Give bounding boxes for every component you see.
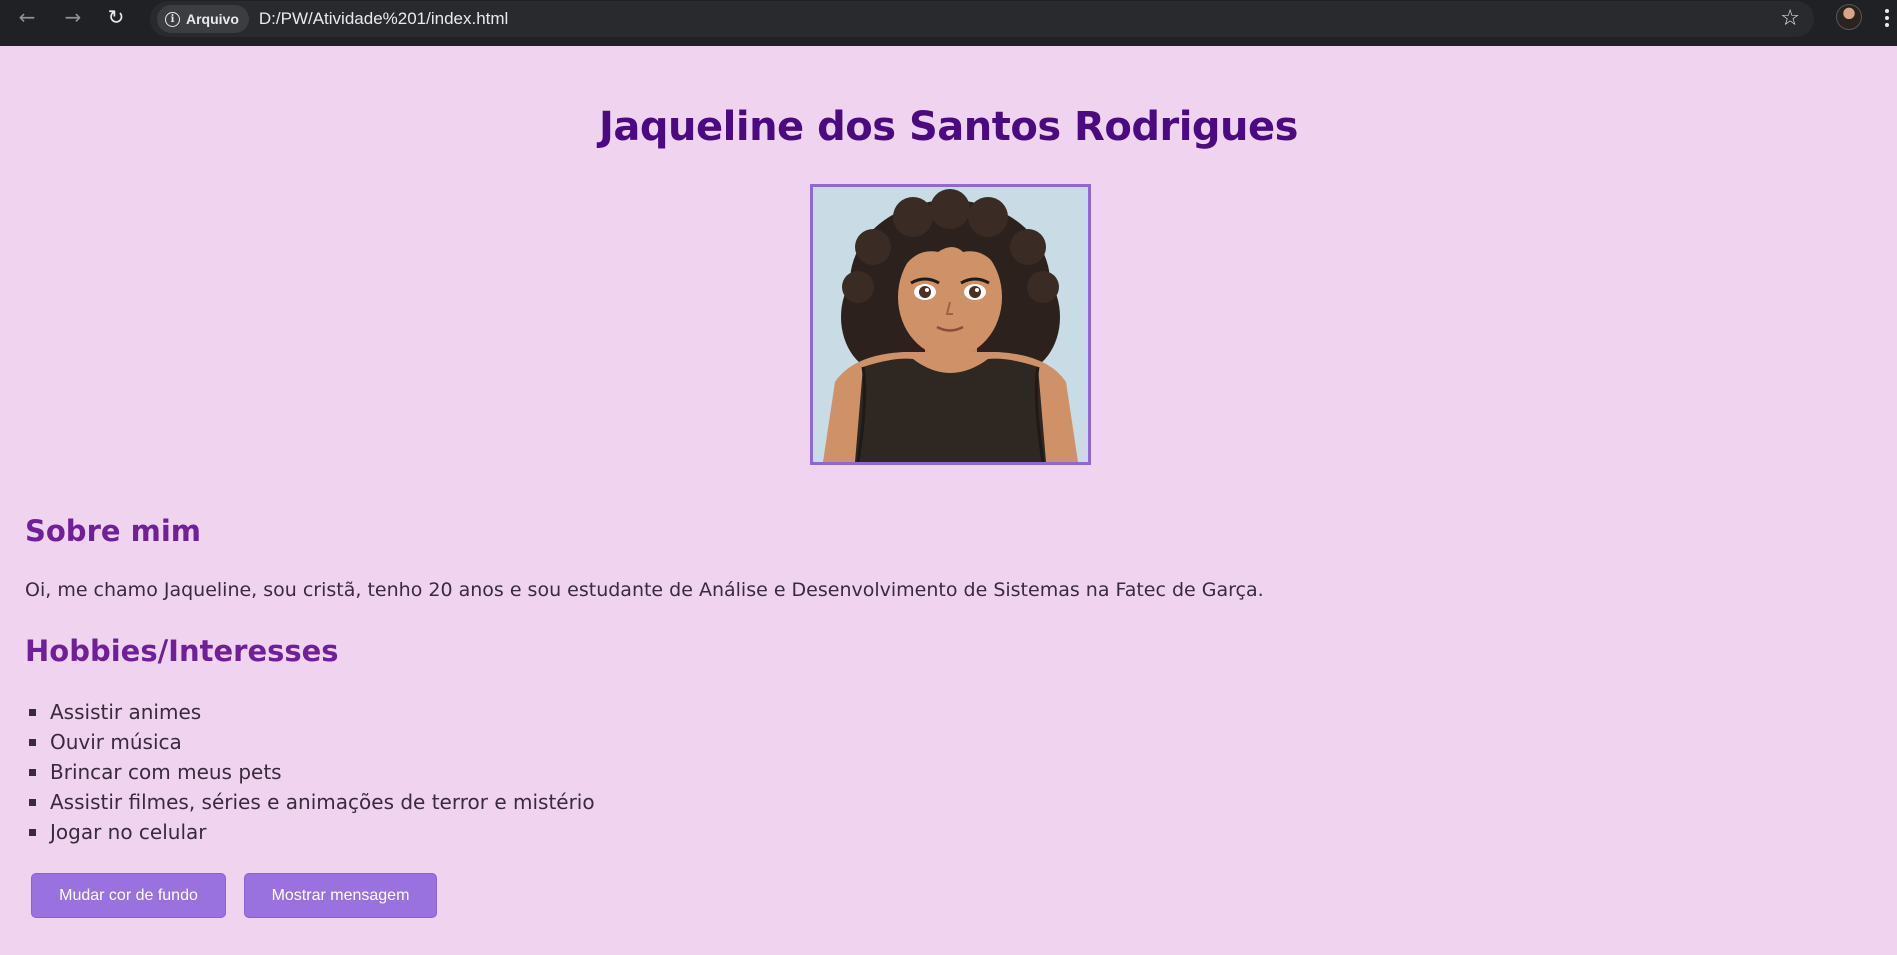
portrait-illustration: [813, 187, 1088, 462]
hobbies-list: Assistir animes Ouvir música Brincar com…: [25, 697, 595, 847]
list-item: Brincar com meus pets: [25, 757, 595, 787]
list-item: Ouvir música: [25, 727, 595, 757]
change-background-button[interactable]: Mudar cor de fundo: [31, 873, 226, 918]
reload-icon[interactable]: ↻: [103, 4, 129, 30]
url-text[interactable]: D:/PW/Atividade%201/index.html: [259, 9, 508, 29]
forward-arrow-icon[interactable]: →: [60, 4, 86, 30]
square-bullet-icon: [29, 768, 36, 776]
hobby-text: Ouvir música: [50, 730, 182, 754]
hobby-text: Assistir filmes, séries e animações de t…: [50, 790, 595, 814]
avatar[interactable]: [1836, 4, 1862, 30]
hobbies-heading: Hobbies/Interesses: [25, 634, 339, 668]
about-heading: Sobre mim: [25, 514, 202, 548]
square-bullet-icon: [29, 708, 36, 716]
profile-portrait: [810, 184, 1091, 465]
show-message-button[interactable]: Mostrar mensagem: [244, 873, 437, 918]
hobby-text: Jogar no celular: [50, 820, 207, 844]
site-chip-label: Arquivo: [186, 11, 239, 27]
hobby-text: Brincar com meus pets: [50, 760, 282, 784]
back-arrow-icon[interactable]: ←: [14, 4, 40, 30]
info-icon: i: [165, 11, 180, 27]
list-item: Jogar no celular: [25, 817, 595, 847]
about-text: Oi, me chamo Jaqueline, sou cristã, tenh…: [25, 579, 1264, 601]
hobby-text: Assistir animes: [50, 700, 202, 724]
browser-toolbar: ← → ↻ i Arquivo D:/PW/Atividade%201/inde…: [0, 0, 1897, 46]
address-bar[interactable]: i Arquivo D:/PW/Atividade%201/index.html…: [150, 1, 1814, 37]
menu-dots-icon[interactable]: [1882, 4, 1892, 32]
site-info-chip[interactable]: i Arquivo: [157, 5, 249, 33]
page-body: Jaqueline dos Santos Rodrigues Sobre mim…: [0, 46, 1897, 955]
list-item: Assistir animes: [25, 697, 595, 727]
square-bullet-icon: [29, 738, 36, 746]
page-title: Jaqueline dos Santos Rodrigues: [599, 104, 1298, 150]
list-item: Assistir filmes, séries e animações de t…: [25, 787, 595, 817]
star-icon[interactable]: ☆: [1780, 6, 1800, 31]
square-bullet-icon: [29, 828, 36, 836]
square-bullet-icon: [29, 798, 36, 806]
